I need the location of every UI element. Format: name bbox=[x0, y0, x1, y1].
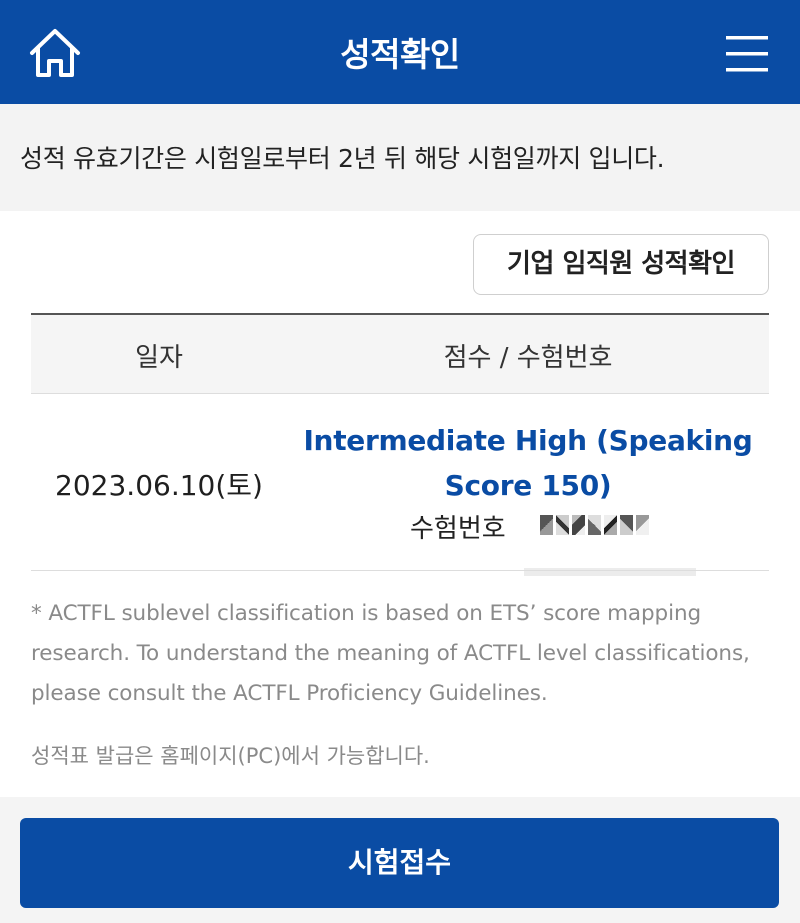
column-header-date: 일자 bbox=[135, 343, 183, 373]
corporate-score-check-button[interactable]: 기업 임직원 성적확인 bbox=[473, 234, 769, 295]
table-row-score: Intermediate High (Speaking Score 150) bbox=[303, 424, 753, 502]
score-table-header: 일자 점수 / 수험번호 bbox=[31, 313, 769, 394]
column-header-score: 점수 / 수험번호 bbox=[443, 343, 613, 373]
hamburger-menu-icon[interactable] bbox=[722, 32, 772, 76]
actfl-footnote: * ACTFL sublevel classification is based… bbox=[31, 601, 750, 706]
validity-notice-text: 성적 유효기간은 시험일로부터 2년 뒤 해당 시험일까지 입니다. bbox=[20, 144, 665, 173]
page-title: 성적확인 bbox=[340, 35, 460, 74]
exam-number-masked bbox=[540, 512, 652, 538]
table-row-date: 2023.06.10(토) bbox=[55, 469, 263, 502]
table-row-divider bbox=[31, 570, 769, 571]
certificate-issue-note: 성적표 발급은 홈페이지(PC)에서 가능합니다. bbox=[31, 744, 430, 768]
app-header: 성적확인 bbox=[0, 0, 800, 104]
exam-number-label: 수험번호 bbox=[410, 514, 506, 544]
exam-apply-button[interactable]: 시험접수 bbox=[20, 818, 779, 908]
